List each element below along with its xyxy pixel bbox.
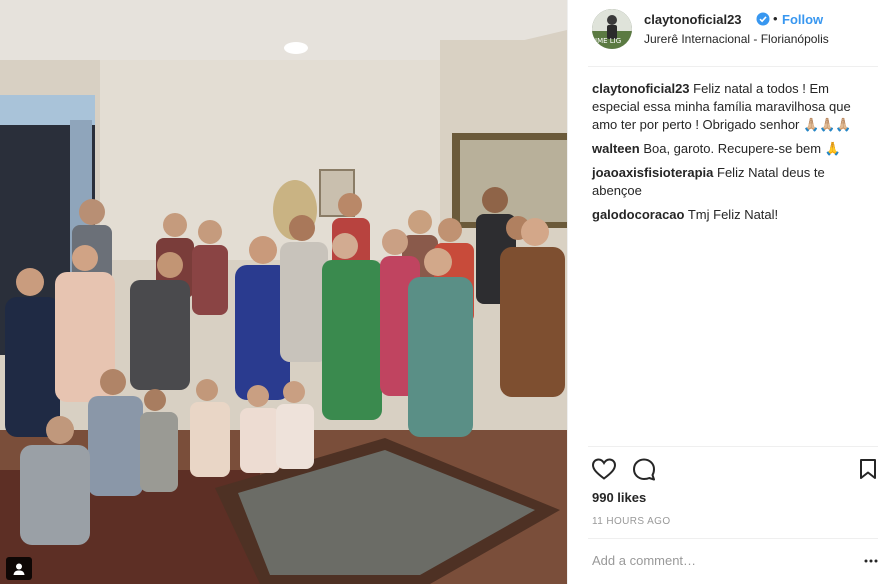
avatar[interactable]: IME LIG	[592, 9, 632, 49]
comment-bubble-icon[interactable]	[632, 457, 656, 481]
comment-username[interactable]: claytonoficial23	[592, 81, 690, 96]
comments-list: claytonoficial23 Feliz natal a todos ! E…	[592, 80, 878, 230]
comment-item: walteen Boa, garoto. Recupere-se bem 🙏	[592, 140, 878, 158]
comment-username[interactable]: walteen	[592, 141, 640, 156]
family-photo-illustration	[0, 0, 567, 584]
add-comment-divider	[588, 538, 878, 539]
post-author-username[interactable]: claytonoficial23	[644, 12, 742, 27]
header-separator: •	[773, 11, 778, 26]
bookmark-icon[interactable]	[858, 457, 878, 481]
post-details-panel: IME LIG claytonoficial23 • Follow Jurerê…	[567, 0, 888, 584]
user-tag-icon[interactable]	[6, 557, 32, 580]
post-header: IME LIG claytonoficial23 • Follow Jurerê…	[568, 0, 888, 66]
comment-item: galodocoracao Tmj Feliz Natal!	[592, 206, 878, 224]
post-location[interactable]: Jurerê Internacional - Florianópolis	[644, 32, 829, 46]
follow-button[interactable]: Follow	[782, 12, 823, 27]
comment-item: claytonoficial23 Feliz natal a todos ! E…	[592, 80, 878, 134]
comment-item: joaoaxisfisioterapia Feliz Natal deus te…	[592, 164, 878, 200]
comment-text: Tmj Feliz Natal!	[687, 207, 779, 222]
verified-badge-icon	[756, 12, 770, 26]
avatar-text: IME LIG	[595, 37, 621, 45]
post-photo[interactable]	[0, 0, 567, 584]
header-divider	[588, 66, 878, 67]
comment-username[interactable]: joaoaxisfisioterapia	[592, 165, 713, 180]
likes-count[interactable]: 990 likes	[592, 490, 646, 505]
post-timestamp[interactable]: 11 HOURS AGO	[592, 516, 671, 527]
comment-username[interactable]: galodocoracao	[592, 207, 684, 222]
heart-icon[interactable]	[591, 457, 617, 481]
comment-text: Boa, garoto. Recupere-se bem 🙏	[643, 141, 841, 156]
add-comment-input[interactable]	[592, 553, 832, 568]
more-options-icon[interactable]	[864, 554, 878, 568]
actions-divider	[588, 446, 878, 447]
